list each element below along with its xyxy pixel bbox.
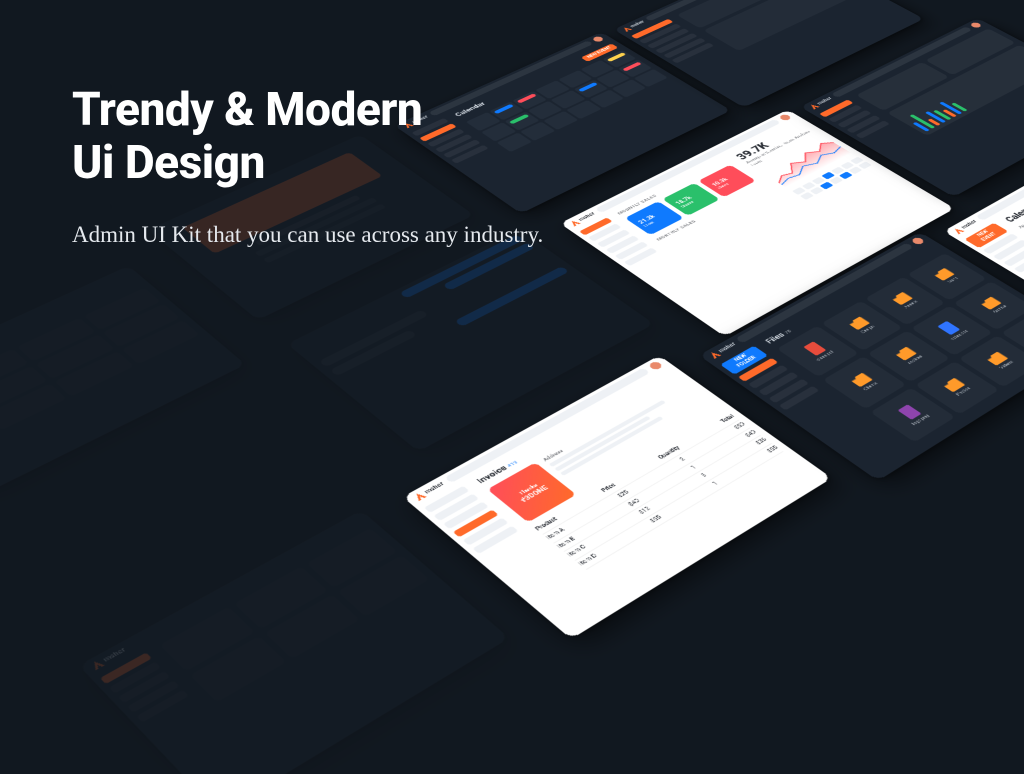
bg-screen-bottom-left: msher <box>79 510 510 774</box>
bg-screen-contacts: msher Contacts 79 <box>0 266 246 498</box>
hero-headline-line2: Ui Design <box>72 136 265 190</box>
hero-subhead: Admin UI Kit that you can use across any… <box>72 216 543 254</box>
calendar-event[interactable] <box>607 52 626 61</box>
hero-text: Trendy & Modern Ui Design Admin UI Kit t… <box>72 84 543 254</box>
hero-headline: Trendy & Modern Ui Design <box>72 84 543 190</box>
hero-headline-line1: Trendy & Modern <box>72 83 422 137</box>
